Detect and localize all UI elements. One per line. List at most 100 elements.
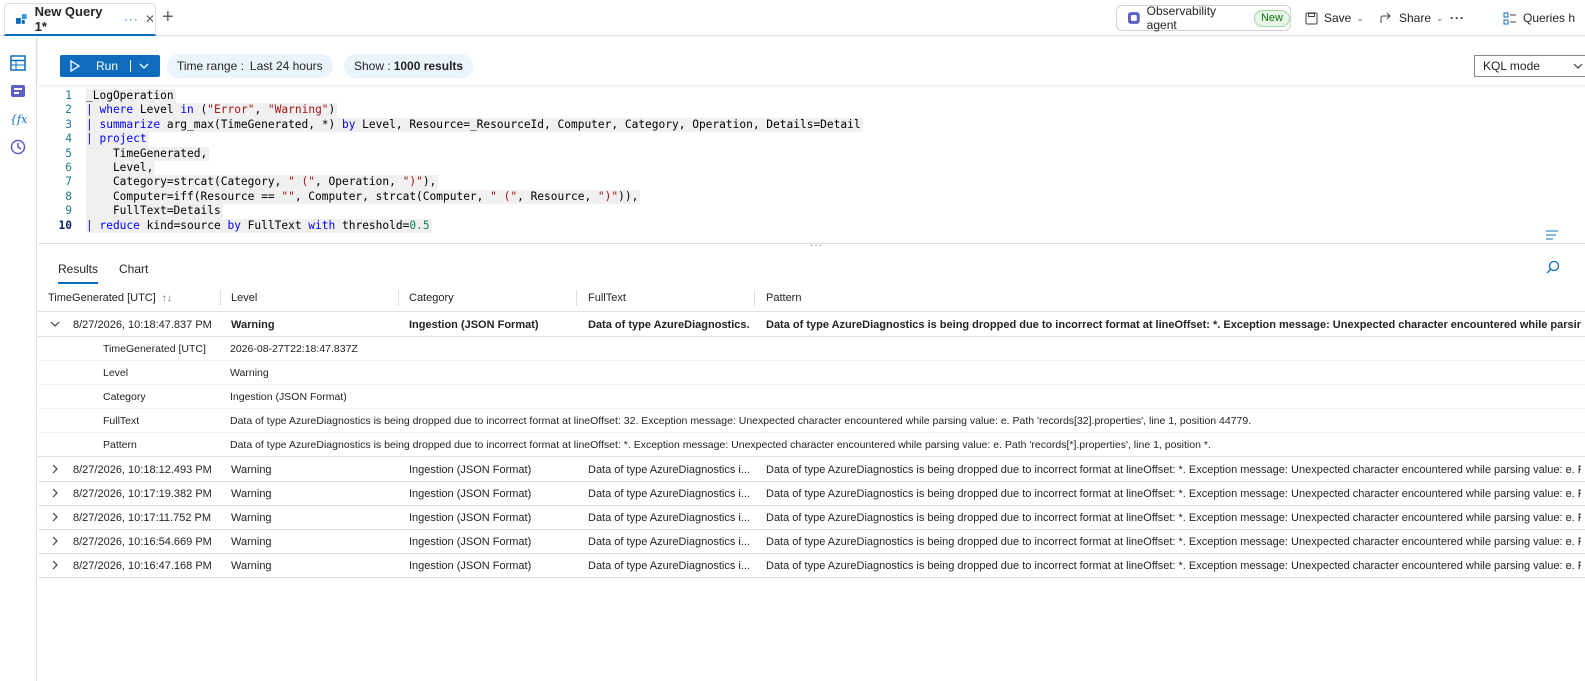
tables-icon[interactable] [9,54,27,72]
cell-fulltext: Data of type AzureDiagnostics i... [588,464,750,476]
column-divider[interactable] [576,290,577,306]
history-icon[interactable] [9,138,27,156]
detail-value: Warning [230,367,269,379]
play-icon [70,60,80,72]
cell-level: Warning [231,319,275,331]
cell-pattern: Data of type AzureDiagnostics is being d… [766,536,1581,548]
detail-row: TimeGenerated [UTC] 2026-08-27T22:18:47.… [38,337,1585,361]
tab-results[interactable]: Results [58,262,99,284]
left-rail: {fx} [0,37,37,681]
query-icon [15,14,27,24]
table-row-expanded[interactable]: 8/27/2026, 10:18:47.837 PM Warning Inges… [38,313,1585,337]
cell-pattern: Data of type AzureDiagnostics is being d… [766,464,1581,476]
column-header-timegenerated[interactable]: TimeGenerated [UTC] ↑↓ [48,292,172,304]
time-range-picker[interactable]: Time range : Last 24 hours [167,54,333,78]
detail-value: 2026-08-27T22:18:47.837Z [230,343,358,355]
functions-icon[interactable]: {fx} [9,110,27,128]
share-icon [1380,12,1391,23]
queries-icon [1503,12,1516,24]
cell-time: 8/27/2026, 10:17:19.382 PM [73,488,212,500]
column-divider[interactable] [754,290,755,306]
more-icon[interactable]: ··· [1450,8,1465,28]
show-results-picker[interactable]: Show : 1000 results [344,54,474,78]
close-icon[interactable]: ✕ [145,12,155,26]
chevron-right-icon[interactable] [50,559,60,571]
table-row[interactable]: 8/27/2026, 10:17:11.752 PM Warning Inges… [38,506,1585,530]
chevron-down-icon[interactable] [139,63,149,69]
chevron-right-icon[interactable] [50,463,60,475]
cell-level: Warning [231,536,272,548]
table-row[interactable]: 8/27/2026, 10:17:19.382 PM Warning Inges… [38,482,1585,506]
cell-level: Warning [231,512,272,524]
search-icon[interactable] [1546,260,1560,274]
detail-row: Pattern Data of type AzureDiagnostics is… [38,433,1585,457]
column-header-level[interactable]: Level [231,292,257,304]
queries-hub-button[interactable]: Queries h [1503,8,1575,28]
chevron-right-icon[interactable] [50,511,60,523]
time-range-label: Time range : [177,59,244,73]
table-row[interactable]: 8/27/2026, 10:16:54.669 PM Warning Inges… [38,530,1585,554]
cell-pattern: Data of type AzureDiagnostics is being d… [766,512,1581,524]
cell-fulltext: Data of type AzureDiagnostics... [588,319,750,331]
show-label: Show : [354,59,391,73]
tab-chart[interactable]: Chart [119,262,148,276]
cell-category: Ingestion (JSON Format) [409,560,532,572]
detail-value: Data of type AzureDiagnostics is being d… [230,439,1211,451]
detail-value: Data of type AzureDiagnostics is being d… [230,415,1252,427]
cell-category: Ingestion (JSON Format) [409,536,532,548]
chevron-right-icon[interactable] [50,535,60,547]
column-header-pattern[interactable]: Pattern [766,292,801,304]
queries-icon[interactable] [9,82,27,100]
detail-key: Pattern [103,439,137,451]
save-icon [1305,12,1318,24]
cell-fulltext: Data of type AzureDiagnostics i... [588,512,750,524]
agent-label: Observability agent [1146,4,1217,32]
detail-key: Level [103,367,129,379]
save-button[interactable]: Save ⌄ [1305,8,1364,28]
detail-key: TimeGenerated [UTC] [103,343,206,355]
chevron-down-icon[interactable] [50,318,60,330]
tab-new-query[interactable]: New Query 1* ··· ✕ [4,3,156,36]
svg-text:{fx}: {fx} [10,113,27,126]
cell-time: 8/27/2026, 10:18:12.493 PM [73,464,212,476]
chevron-down-icon [1573,63,1583,69]
run-label: Run [96,59,119,73]
share-button[interactable]: Share ⌄ [1379,8,1444,28]
cell-level: Warning [231,464,272,476]
kql-mode-select[interactable]: KQL mode [1474,55,1585,77]
column-divider[interactable] [220,290,221,306]
column-header-fulltext[interactable]: FullText [588,292,626,304]
kql-mode-label: KQL mode [1483,59,1540,73]
column-header-category[interactable]: Category [409,292,454,304]
query-editor[interactable]: 1 _LogOperation 2 | where Level in ("Error… [38,88,1585,244]
cell-level: Warning [231,560,272,572]
detail-key: Category [103,391,146,403]
show-value: 1000 results [393,59,464,73]
detail-row: Level Warning [38,361,1585,385]
detail-value: Ingestion (JSON Format) [230,391,347,403]
cell-level: Warning [231,488,272,500]
sort-icon[interactable]: ↑↓ [162,293,172,304]
table-row[interactable]: 8/27/2026, 10:16:47.168 PM Warning Inges… [38,554,1585,578]
resize-handle[interactable]: ··· [810,240,823,251]
detail-key: FullText [103,415,140,427]
table-row[interactable]: 8/27/2026, 10:18:12.493 PM Warning Inges… [38,458,1585,482]
format-icon[interactable] [1545,228,1561,242]
column-divider[interactable] [398,290,399,306]
cell-fulltext: Data of type AzureDiagnostics i... [588,488,750,500]
add-tab-button[interactable]: + [162,6,174,28]
cell-pattern: Data of type AzureDiagnostics is being d… [766,560,1581,572]
chevron-down-icon: ⌄ [1436,12,1444,23]
cell-category: Ingestion (JSON Format) [409,319,539,331]
observability-agent-button[interactable]: Observability agent New [1116,4,1291,32]
cell-time: 8/27/2026, 10:16:54.669 PM [73,536,212,548]
tab-more-icon[interactable]: ··· [124,12,139,26]
cell-pattern: Data of type AzureDiagnostics is being d… [766,488,1581,500]
chevron-right-icon[interactable] [50,487,60,499]
query-toolbar: Run Time range : Last 24 hours Show : 10… [38,37,1585,85]
cell-fulltext: Data of type AzureDiagnostics i... [588,560,750,572]
share-label: Share [1399,11,1432,25]
run-divider [130,60,132,72]
run-button[interactable]: Run [60,55,160,77]
cell-category: Ingestion (JSON Format) [409,512,532,524]
